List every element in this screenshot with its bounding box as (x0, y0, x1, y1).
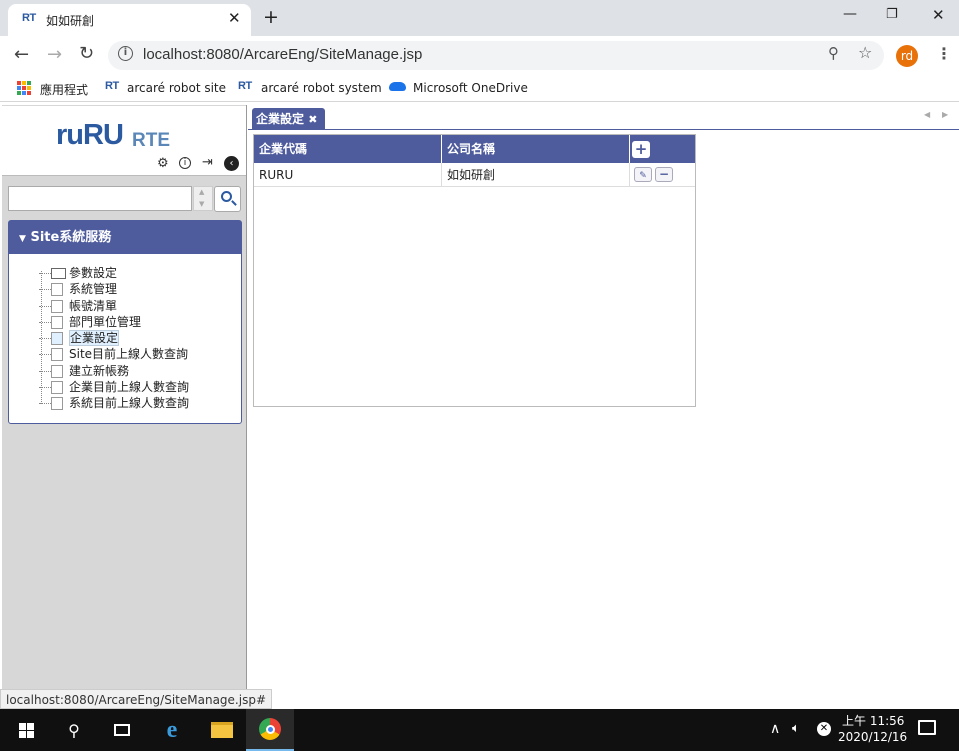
logout-icon[interactable]: ⇥ (202, 155, 213, 170)
section-header[interactable]: ▼ Site系統服務 (9, 221, 241, 254)
file-explorer-icon[interactable] (198, 709, 246, 751)
scroll-left-icon[interactable]: ◀ (924, 110, 930, 119)
search-taskbar-icon[interactable]: ⚲ (50, 709, 98, 751)
network-error-icon[interactable]: ✕ (817, 722, 831, 736)
bookmark-arcare-site[interactable]: arcaré robot site (127, 81, 226, 95)
tab-company-settings[interactable]: 企業設定 ✖ (252, 108, 325, 130)
file-icon (51, 332, 63, 346)
rt-icon: RT (238, 80, 252, 92)
tab-title: 如如研創 (46, 14, 95, 28)
tree-item[interactable]: 系統管理 (7, 281, 189, 297)
windows-icon (18, 722, 34, 738)
collapse-icon[interactable]: ‹ (224, 156, 239, 171)
add-button[interactable]: + (632, 141, 650, 158)
tree-item[interactable]: Site目前上線人數查詢 (7, 346, 189, 362)
notification-icon[interactable] (918, 720, 936, 735)
tree-item[interactable]: 建立新帳務 (7, 363, 189, 379)
close-tab-icon[interactable]: ✕ (228, 9, 241, 27)
info-icon[interactable]: i (118, 46, 133, 61)
search-icon (221, 191, 232, 202)
file-icon (51, 364, 63, 378)
file-icon (51, 283, 63, 297)
tree: 參數設定 系統管理 帳號清單 部門單位管理 企業設定 Site目前上線人數查詢 … (7, 265, 189, 412)
close-tab-icon[interactable]: ✖ (308, 113, 317, 126)
company-table: 企業代碼 公司名稱 + RURU 如如研創 ✎ − (253, 134, 696, 407)
chrome-icon[interactable] (246, 709, 294, 751)
onedrive-icon (389, 82, 406, 91)
sidebar-section: ▼ Site系統服務 參數設定 系統管理 帳號清單 部門單位管理 企業設定 Si… (8, 220, 242, 424)
column-header[interactable]: 企業代碼 (254, 135, 442, 163)
file-icon (51, 397, 63, 411)
search-spinner[interactable]: ▲ ▼ (193, 186, 213, 211)
minimize-icon[interactable]: — (843, 6, 857, 22)
favicon: RT (22, 12, 36, 24)
speaker-muted-icon[interactable]: 🔈︎ (792, 721, 800, 736)
browser-tab[interactable]: RT 如如研創 ✕ (8, 4, 251, 36)
rt-icon: RT (105, 80, 119, 92)
spinner-down-icon[interactable]: ▼ (199, 200, 204, 208)
cell-company-code: RURU (254, 163, 442, 187)
table-header: 企業代碼 公司名稱 + (254, 135, 695, 163)
file-icon (51, 315, 63, 329)
cell-company-name: 如如研創 (442, 163, 630, 187)
tree-item[interactable]: 系統目前上線人數查詢 (7, 395, 189, 411)
search-input[interactable] (8, 186, 192, 211)
file-icon (51, 348, 63, 362)
info-icon[interactable]: i (179, 157, 191, 169)
tree-item[interactable]: 帳號清單 (7, 298, 189, 314)
zoom-icon[interactable]: ⚲ (828, 44, 839, 62)
bookmark-onedrive[interactable]: Microsoft OneDrive (413, 81, 528, 95)
tree-item[interactable]: 部門單位管理 (7, 314, 189, 330)
bookmark-star-icon[interactable]: ☆ (858, 43, 872, 62)
file-icon (51, 381, 63, 395)
delete-button[interactable]: − (655, 167, 673, 182)
app-logo-suffix: RTE (132, 130, 170, 151)
gear-icon[interactable]: ⚙ (157, 156, 169, 171)
browser-tabstrip: RT 如如研創 ✕ + — ❐ ✕ (0, 0, 959, 36)
bookmark-apps[interactable]: 應用程式 (40, 81, 88, 98)
caret-down-icon: ▼ (19, 234, 26, 244)
tree-item[interactable]: 參數設定 (7, 265, 189, 281)
apps-icon (17, 81, 31, 95)
reload-icon[interactable]: ↻ (79, 43, 94, 64)
window-close-icon[interactable]: ✕ (932, 6, 945, 24)
edit-button[interactable]: ✎ (634, 167, 652, 182)
taskbar: ⚲ e ∧ 🔈︎ ✕ 上午 11:56 2020/12/16 (0, 709, 959, 751)
url-text[interactable]: localhost:8080/ArcareEng/SiteManage.jsp (143, 46, 422, 63)
clock-date[interactable]: 2020/12/16 (838, 730, 907, 744)
logo-panel: ruRU RTE ⚙ i ⇥ ‹ (2, 106, 246, 176)
clock-time[interactable]: 上午 11:56 (842, 712, 904, 729)
folder-icon (51, 268, 66, 279)
tree-item-selected[interactable]: 企業設定 (7, 330, 189, 347)
back-icon[interactable]: ← (14, 44, 29, 65)
table-row[interactable]: RURU 如如研創 ✎ − (254, 163, 695, 187)
minus-icon: − (658, 167, 670, 181)
app-logo: ruRU (56, 119, 124, 151)
ie-icon[interactable]: e (148, 709, 196, 751)
profile-avatar[interactable]: rd (896, 45, 918, 67)
file-icon (51, 299, 63, 313)
bookmark-arcare-system[interactable]: arcaré robot system (261, 81, 382, 95)
column-header[interactable]: 公司名稱 (442, 135, 630, 163)
bookmarks-bar: 應用程式 RT arcaré robot site RT arcaré robo… (0, 74, 959, 102)
menu-icon[interactable]: ⋮ (936, 44, 952, 63)
section-title: Site系統服務 (30, 230, 112, 245)
scroll-right-icon[interactable]: ▶ (942, 110, 948, 119)
new-tab-icon[interactable]: + (263, 6, 279, 28)
address-bar[interactable]: i localhost:8080/ArcareEng/SiteManage.js… (108, 41, 884, 70)
status-bar: localhost:8080/ArcareEng/SiteManage.jsp# (0, 689, 272, 709)
tree-item[interactable]: 企業目前上線人數查詢 (7, 379, 189, 395)
search-button[interactable] (214, 186, 241, 212)
forward-icon[interactable]: → (47, 44, 62, 65)
restore-icon[interactable]: ❐ (886, 7, 898, 22)
spinner-up-icon[interactable]: ▲ (199, 188, 204, 196)
tab-label: 企業設定 (256, 112, 305, 126)
task-view-icon[interactable] (98, 709, 146, 751)
start-button[interactable] (2, 709, 50, 751)
pencil-icon: ✎ (639, 171, 647, 181)
chevron-up-icon[interactable]: ∧ (770, 721, 780, 737)
